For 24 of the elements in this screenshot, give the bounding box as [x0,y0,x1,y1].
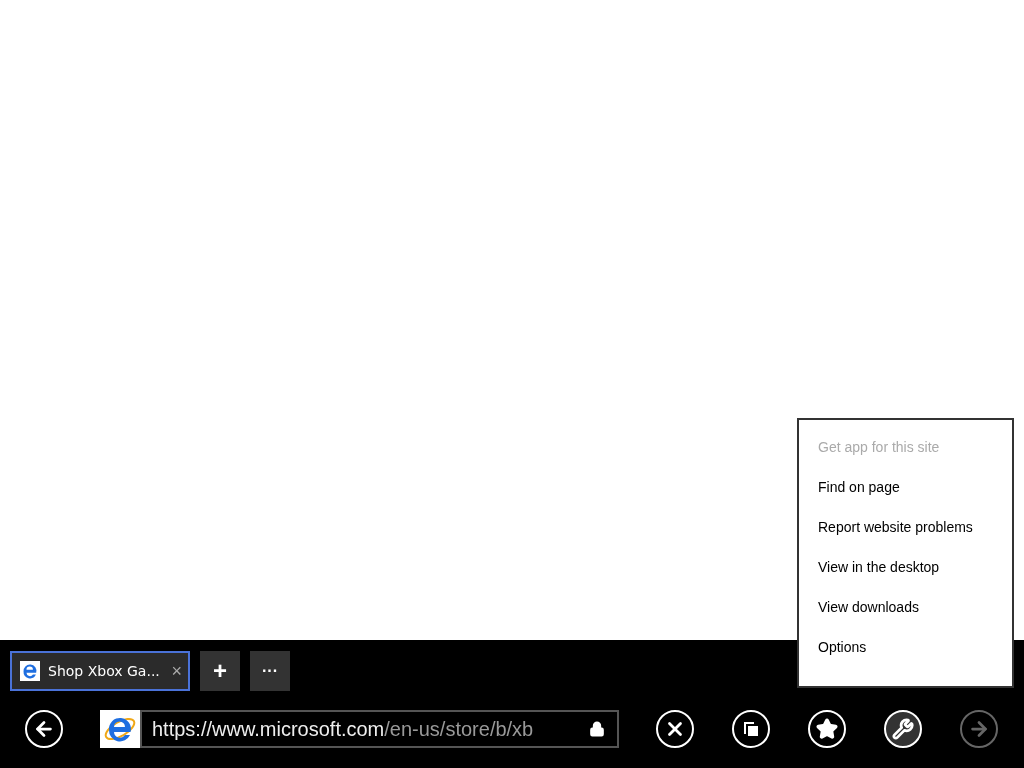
more-button[interactable]: ··· [250,651,290,691]
back-arrow-icon [33,718,55,740]
star-icon [816,718,838,740]
menu-item[interactable]: Report website problems [799,514,1012,554]
tabs-button[interactable] [732,710,770,748]
menu-item[interactable]: View in the desktop [799,554,1012,594]
url-path: /en-us/store/b/xb [384,717,535,741]
menu-item[interactable]: Options [799,634,1012,674]
wrench-icon [892,718,914,740]
url-host: https://www.microsoft.com [152,717,385,741]
tab-close-button[interactable]: × [171,660,182,682]
back-button[interactable] [25,710,63,748]
stacked-squares-icon [741,719,761,739]
stop-button[interactable] [656,710,694,748]
favorites-button[interactable] [808,710,846,748]
forward-arrow-icon [968,718,990,740]
tools-button[interactable] [884,710,922,748]
browser-tab[interactable]: Shop Xbox Ga... × [10,651,190,691]
menu-item[interactable]: Find on page [799,474,1012,514]
address-field[interactable]: https://www.microsoft.com/en-us/store/b/xb [140,710,619,748]
tab-title: Shop Xbox Ga... [48,663,161,679]
new-tab-button[interactable]: + [200,651,240,691]
browser-logo-icon [20,661,40,681]
menu-item[interactable]: View downloads [799,594,1012,634]
